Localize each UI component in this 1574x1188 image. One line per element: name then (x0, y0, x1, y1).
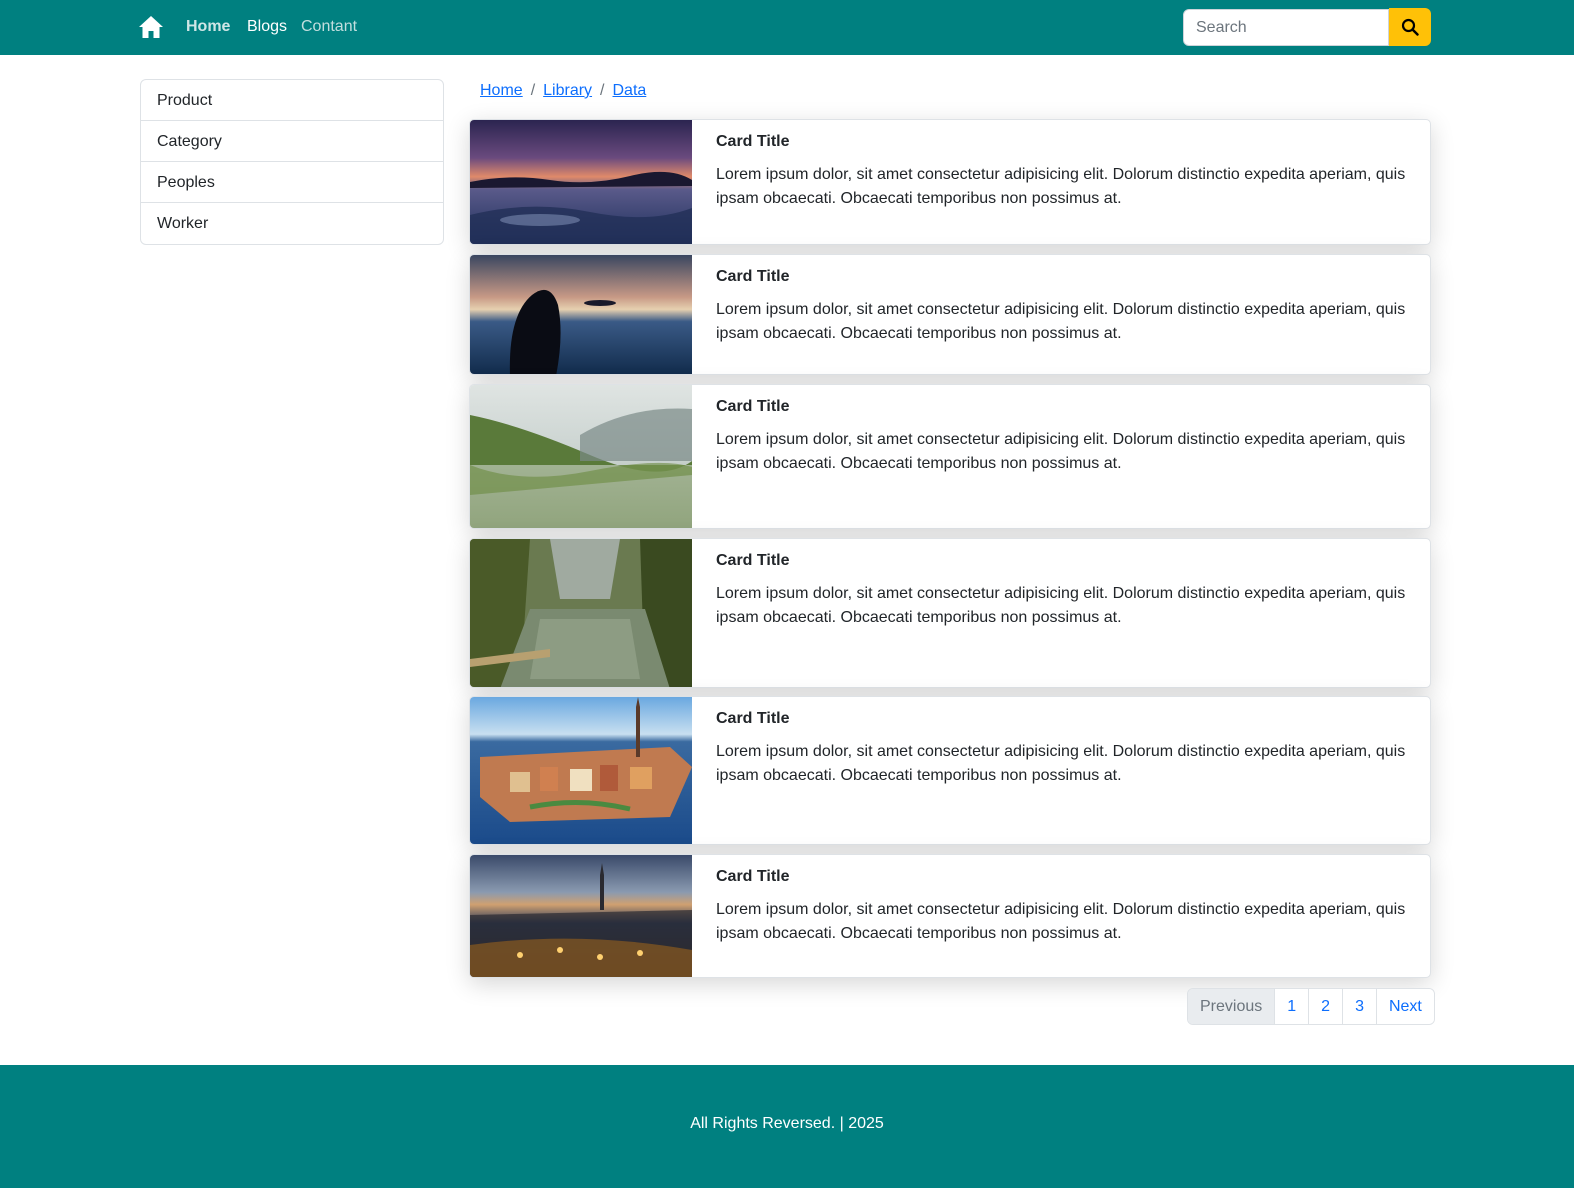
card-title: Card Title (716, 398, 790, 415)
search-icon (1401, 18, 1419, 36)
city-island-photo (470, 697, 692, 844)
search-button[interactable] (1389, 8, 1431, 46)
card-text: Lorem ipsum dolor, sit amet consectetur … (716, 743, 1406, 784)
sidebar-item-worker[interactable]: Worker (141, 203, 443, 244)
card-title: Card Title (716, 268, 790, 285)
card[interactable]: Card Title Lorem ipsum dolor, sit amet c… (469, 384, 1431, 529)
card[interactable]: Card Title Lorem ipsum dolor, sit amet c… (469, 254, 1431, 375)
breadcrumb-home[interactable]: Home (480, 82, 523, 99)
card-body: Card Title Lorem ipsum dolor, sit amet c… (692, 539, 1430, 687)
pagination-next[interactable]: Next (1375, 989, 1434, 1024)
woman-in-sea-photo (470, 255, 692, 374)
pagination-page-3[interactable]: 3 (1342, 989, 1376, 1024)
sidebar: Product Category Peoples Worker (140, 79, 444, 245)
card-text: Lorem ipsum dolor, sit amet consectetur … (716, 585, 1406, 626)
card[interactable]: Card Title Lorem ipsum dolor, sit amet c… (469, 119, 1431, 245)
card-title: Card Title (716, 710, 790, 727)
sunset-coast-photo (470, 120, 692, 244)
nav-link-home[interactable]: Home (186, 17, 230, 37)
card-body: Card Title Lorem ipsum dolor, sit amet c… (692, 697, 1430, 844)
card-title: Card Title (716, 868, 790, 885)
card-body: Card Title Lorem ipsum dolor, sit amet c… (692, 255, 1430, 374)
nav-link-blogs[interactable]: Blogs (247, 17, 287, 37)
card[interactable]: Card Title Lorem ipsum dolor, sit amet c… (469, 696, 1431, 845)
sidebar-item-category[interactable]: Category (141, 121, 443, 162)
breadcrumb-library[interactable]: Library (543, 82, 592, 99)
card-title: Card Title (716, 133, 790, 150)
pagination-page-2[interactable]: 2 (1308, 989, 1343, 1024)
card[interactable]: Card Title Lorem ipsum dolor, sit amet c… (469, 538, 1431, 688)
card-body: Card Title Lorem ipsum dolor, sit amet c… (692, 855, 1430, 977)
card-body: Card Title Lorem ipsum dolor, sit amet c… (692, 120, 1430, 244)
card-text: Lorem ipsum dolor, sit amet consectetur … (716, 901, 1406, 942)
sidebar-item-peoples[interactable]: Peoples (141, 162, 443, 203)
pagination-previous[interactable]: Previous (1188, 989, 1275, 1024)
card-text: Lorem ipsum dolor, sit amet consectetur … (716, 431, 1406, 472)
nav-link-contant[interactable]: Contant (301, 17, 357, 37)
footer-copyright: All Rights Reversed. | 2025 (690, 1115, 884, 1132)
navbar: Home Blogs Contant (0, 0, 1574, 55)
home-icon[interactable] (138, 15, 164, 39)
card-body: Card Title Lorem ipsum dolor, sit amet c… (692, 385, 1430, 528)
card-text: Lorem ipsum dolor, sit amet consectetur … (716, 166, 1406, 207)
breadcrumb: Home / Library / Data (480, 81, 646, 101)
mountain-lake-photo (470, 385, 692, 528)
sidebar-item-product[interactable]: Product (141, 80, 443, 121)
breadcrumb-separator: / (530, 82, 536, 99)
breadcrumb-separator: / (600, 82, 605, 99)
pagination: Previous 1 2 3 Next (1187, 988, 1435, 1025)
search-input[interactable] (1183, 9, 1389, 46)
breadcrumb-data[interactable]: Data (613, 82, 647, 99)
forest-river-photo (470, 539, 692, 687)
pagination-page-1[interactable]: 1 (1274, 989, 1309, 1024)
card-text: Lorem ipsum dolor, sit amet consectetur … (716, 301, 1406, 342)
card-title: Card Title (716, 552, 790, 569)
card[interactable]: Card Title Lorem ipsum dolor, sit amet c… (469, 854, 1431, 978)
city-night-photo (470, 855, 692, 977)
